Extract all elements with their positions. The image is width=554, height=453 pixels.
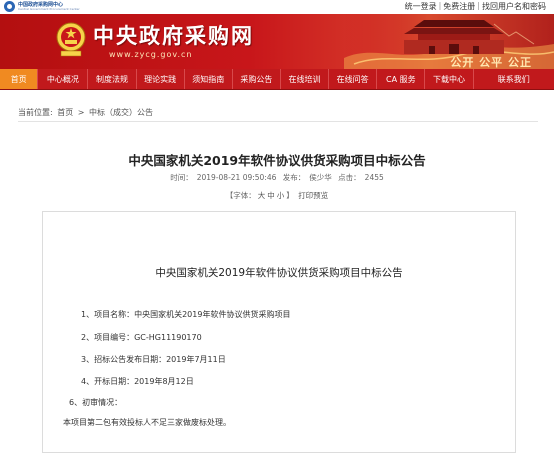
site-url: www.zycg.gov.cn: [109, 50, 193, 59]
login-link[interactable]: 统一登录: [405, 1, 437, 12]
content-item-preliminary-review: 6、初审情况：: [69, 398, 123, 407]
nav-item-online-training[interactable]: 在线培训: [281, 69, 330, 89]
org-name-en: Central Government Procurement Center: [18, 6, 80, 11]
link-separator: |: [438, 1, 442, 10]
breadcrumb: 当前位置: 首页 > 中标（成交）公告: [18, 107, 155, 118]
font-size-medium[interactable]: 中: [267, 191, 275, 200]
meta-author-label: 发布：: [282, 173, 306, 182]
top-links: 统一登录 | 免费注册 | 找回用户名和密码: [405, 1, 546, 12]
content-item-project-name: 1、项目名称：中央国家机关2019年软件协议供货采购项目: [81, 310, 291, 319]
nav-item-online-qa[interactable]: 在线问答: [329, 69, 378, 89]
article-title: 中央国家机关2019年软件协议供货采购项目中标公告: [128, 153, 426, 168]
org-logo-group[interactable]: 中国政府采购网中心 Central Government Procurement…: [4, 1, 80, 12]
font-size-label: 【字体：: [225, 191, 256, 200]
breadcrumb-separator: >: [77, 108, 85, 117]
meta-clicks: 2455: [364, 173, 384, 182]
meta-time: 2019-08-21 09:50:46: [196, 173, 277, 182]
breadcrumb-prefix: 当前位置:: [18, 108, 53, 117]
site-banner: 中央政府采购网 www.zycg.gov.cn 公开 公平 公正: [0, 14, 554, 69]
org-name: 中国政府采购网中心 Central Government Procurement…: [18, 2, 80, 11]
meta-author: 侯少华: [309, 173, 332, 182]
nav-item-theory-practice[interactable]: 理论实践: [137, 69, 185, 89]
top-utility-bar: 中国政府采购网中心 Central Government Procurement…: [0, 0, 554, 14]
main-nav: 首页 中心概况 制度法规 理论实践 须知指南 采购公告 在线培训 在线问答 CA…: [0, 69, 554, 90]
breadcrumb-current[interactable]: 中标（成交）公告: [89, 108, 153, 117]
org-logo-icon: [4, 1, 15, 12]
nav-item-contact-us[interactable]: 联系我们: [474, 69, 554, 89]
nav-item-download-center[interactable]: 下载中心: [425, 69, 474, 89]
site-title: 中央政府采购网: [93, 24, 254, 48]
article-tools: 【字体：大中小】 打印预览: [0, 190, 554, 201]
nav-item-guide[interactable]: 须知指南: [185, 69, 233, 89]
register-link[interactable]: 免费注册: [443, 1, 475, 12]
nav-item-center-overview[interactable]: 中心概况: [38, 69, 89, 89]
banner-slogan: 公开 公平 公正: [450, 56, 532, 69]
content-item-bid-opening-date: 4、开标日期：2019年8月12日: [81, 377, 194, 386]
recover-account-link[interactable]: 找回用户名和密码: [482, 1, 546, 12]
font-size-large[interactable]: 大: [258, 191, 266, 200]
font-size-small[interactable]: 小: [277, 191, 285, 200]
nav-item-home[interactable]: 首页: [0, 69, 39, 89]
nav-item-regulations[interactable]: 制度法规: [88, 69, 137, 89]
meta-clicks-label: 点击：: [338, 173, 361, 182]
breadcrumb-divider: [18, 121, 538, 122]
print-preview-link[interactable]: 打印预览: [298, 191, 328, 200]
national-emblem-icon: [56, 22, 86, 57]
content-item-review-result: 本项目第二包有效投标人不足三家做废标处理。: [63, 418, 231, 427]
content-title: 中央国家机关2019年软件协议供货采购项目中标公告: [155, 267, 403, 279]
link-separator: |: [477, 1, 480, 10]
meta-time-label: 时间：: [170, 173, 193, 182]
content-item-project-number: 2、项目编号：GC-HG11190170: [81, 333, 202, 342]
article-meta: 时间： 2019-08-21 09:50:46 发布： 侯少华 点击： 2455: [0, 172, 554, 183]
font-size-end: 】: [286, 191, 294, 200]
nav-item-procurement-notices[interactable]: 采购公告: [233, 69, 281, 89]
article-content-box: 中央国家机关2019年软件协议供货采购项目中标公告 1、项目名称：中央国家机关2…: [42, 211, 516, 453]
breadcrumb-home-link[interactable]: 首页: [57, 108, 73, 117]
nav-item-ca-service[interactable]: CA 服务: [377, 69, 426, 89]
content-item-notice-date: 3、招标公告发布日期：2019年7月11日: [81, 355, 226, 364]
